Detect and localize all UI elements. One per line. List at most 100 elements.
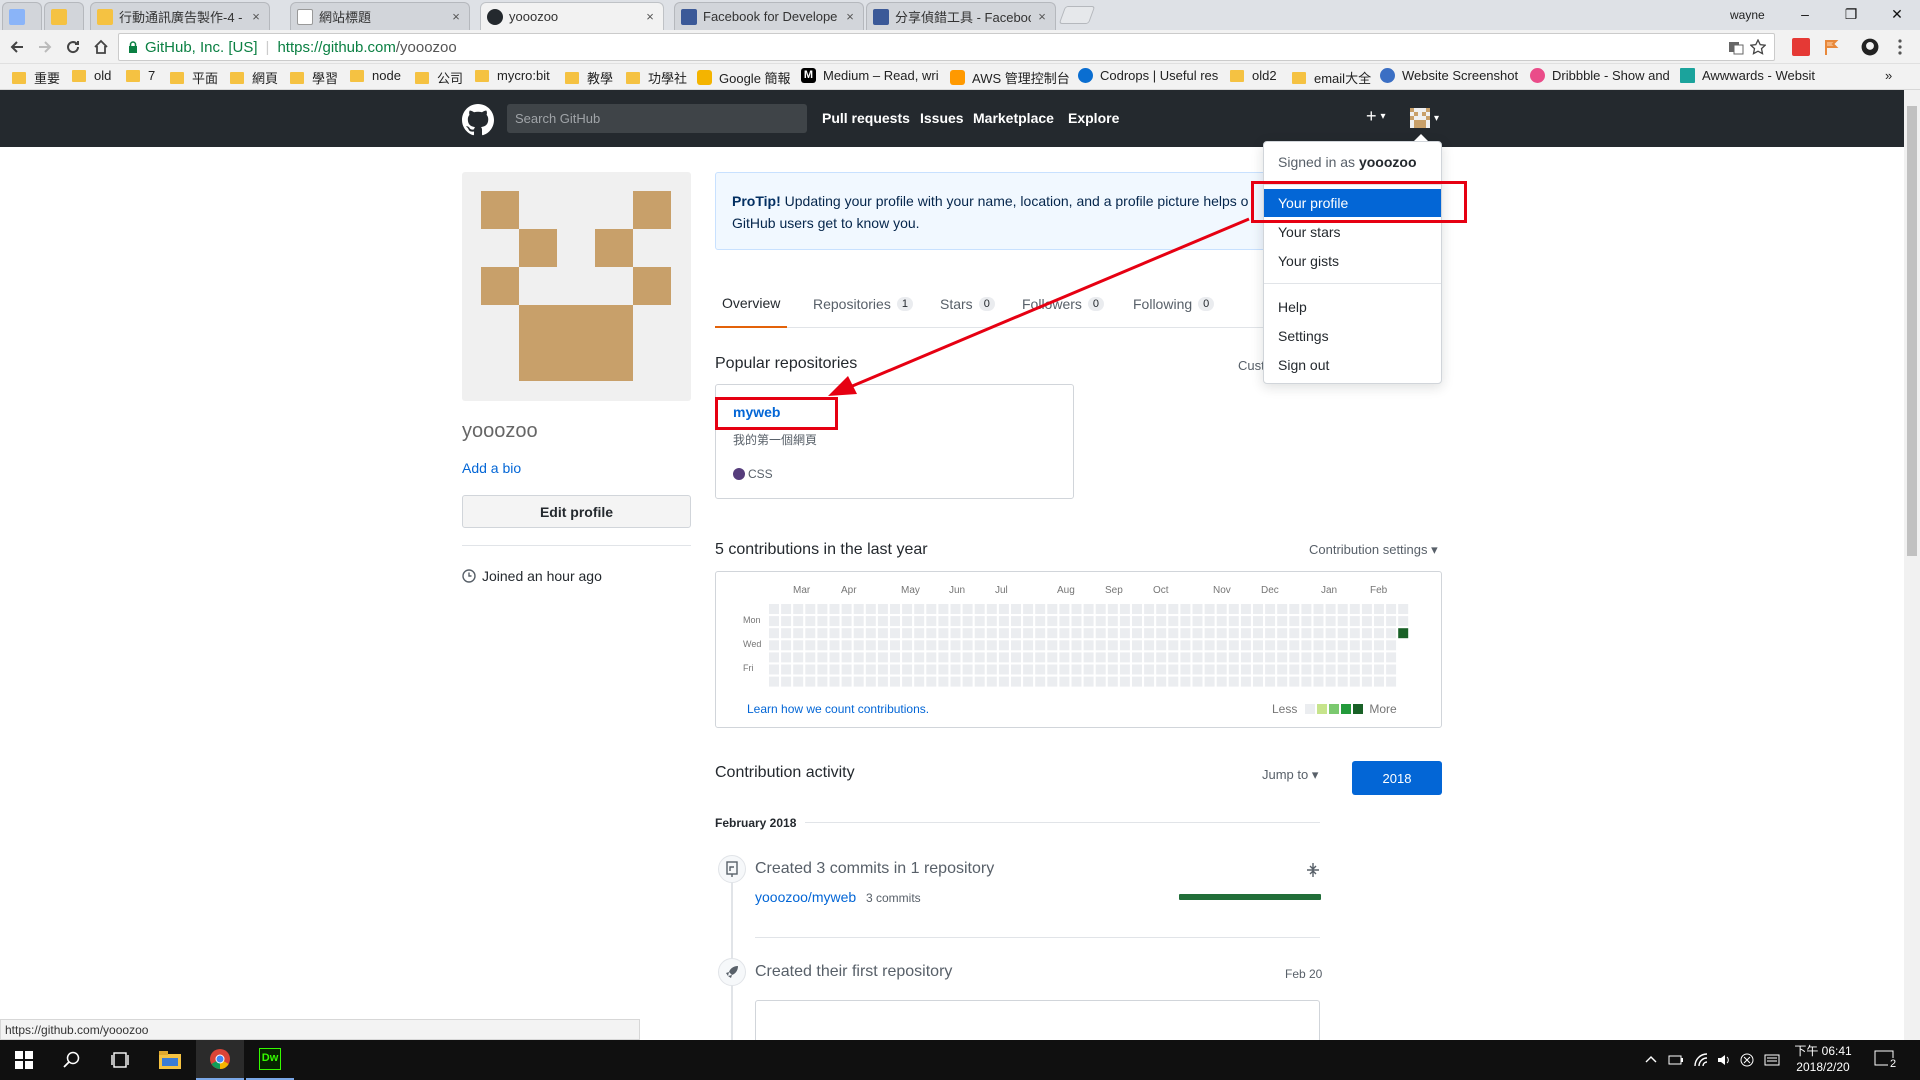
search-button[interactable] — [48, 1040, 96, 1080]
contribution-day[interactable] — [865, 640, 876, 651]
contribution-day[interactable] — [853, 628, 864, 639]
contribution-day[interactable] — [1144, 628, 1155, 639]
contribution-day[interactable] — [974, 628, 985, 639]
contribution-day[interactable] — [1083, 652, 1094, 663]
contribution-day[interactable] — [1047, 640, 1058, 651]
contribution-day[interactable] — [1253, 616, 1263, 627]
contribution-day[interactable] — [1119, 652, 1130, 663]
contribution-day[interactable] — [1192, 652, 1203, 663]
contribution-day[interactable] — [1180, 616, 1191, 627]
contribution-day[interactable] — [1216, 676, 1227, 687]
contribution-day[interactable] — [853, 676, 864, 687]
contribution-day[interactable] — [1144, 664, 1155, 675]
contribution-day[interactable] — [1289, 652, 1300, 663]
contribution-day[interactable] — [938, 652, 949, 663]
contribution-day[interactable] — [926, 628, 937, 639]
contribution-day[interactable] — [1228, 652, 1239, 663]
bookmark-website-screenshot[interactable]: Website Screenshot — [1380, 68, 1518, 83]
contribution-day[interactable] — [1132, 616, 1142, 627]
reload-button[interactable] — [60, 34, 86, 60]
contribution-day[interactable] — [841, 616, 852, 627]
contribution-day[interactable] — [1168, 616, 1179, 627]
contribution-day[interactable] — [1301, 664, 1312, 675]
contribution-day[interactable] — [890, 604, 900, 614]
contribution-day[interactable] — [926, 676, 937, 687]
contribution-day[interactable] — [1325, 628, 1336, 639]
contribution-day[interactable] — [1168, 628, 1179, 639]
bookmark-folder[interactable]: 公司 — [415, 68, 463, 87]
contribution-day[interactable] — [1349, 640, 1360, 651]
contribution-day[interactable] — [1374, 616, 1384, 627]
chevron-up-icon[interactable] — [1645, 1054, 1657, 1066]
contribution-day[interactable] — [1325, 604, 1336, 614]
contribution-day[interactable] — [1277, 628, 1288, 639]
contribution-day[interactable] — [1035, 604, 1046, 614]
contribution-day[interactable] — [1107, 628, 1118, 639]
contribution-day[interactable] — [781, 640, 792, 651]
contribution-day[interactable] — [950, 628, 961, 639]
contribution-day[interactable] — [1265, 616, 1276, 627]
contribution-day[interactable] — [829, 628, 840, 639]
contribution-day[interactable] — [1156, 604, 1167, 614]
contribution-day[interactable] — [793, 604, 804, 614]
contribution-day[interactable] — [1228, 664, 1239, 675]
menu-your-gists[interactable]: Your gists — [1264, 247, 1441, 275]
contribution-day[interactable] — [829, 676, 840, 687]
contribution-day[interactable] — [865, 664, 876, 675]
contribution-day[interactable] — [986, 676, 997, 687]
contribution-day[interactable] — [1228, 676, 1239, 687]
contribution-day[interactable] — [938, 628, 949, 639]
contribution-day[interactable] — [1313, 652, 1324, 663]
contribution-day[interactable] — [769, 664, 779, 675]
contribution-day[interactable] — [1374, 676, 1384, 687]
forward-button[interactable] — [32, 34, 58, 60]
contribution-day[interactable] — [1265, 664, 1276, 675]
contribution-day[interactable] — [769, 628, 779, 639]
contribution-day[interactable] — [1253, 640, 1263, 651]
new-tab-button[interactable] — [1058, 6, 1096, 24]
close-tab-icon[interactable]: × — [643, 9, 657, 24]
contribution-day[interactable] — [1265, 604, 1276, 614]
contribution-day[interactable] — [1313, 676, 1324, 687]
contribution-day[interactable] — [841, 604, 852, 614]
contribution-day[interactable] — [1011, 652, 1021, 663]
contribution-day[interactable] — [1023, 604, 1034, 614]
contribution-day[interactable] — [793, 652, 804, 663]
contribution-day[interactable] — [950, 664, 961, 675]
contribution-day[interactable] — [1180, 604, 1191, 614]
contribution-day[interactable] — [890, 640, 900, 651]
contribution-day[interactable] — [938, 664, 949, 675]
contribution-day[interactable] — [1361, 640, 1372, 651]
contribution-day[interactable] — [1071, 652, 1082, 663]
contribution-day[interactable] — [1313, 616, 1324, 627]
contribution-day[interactable] — [1071, 628, 1082, 639]
contribution-day[interactable] — [986, 652, 997, 663]
contribution-day[interactable] — [769, 604, 779, 614]
contribution-day[interactable] — [769, 616, 779, 627]
contribution-day[interactable] — [781, 616, 792, 627]
contribution-day[interactable] — [1301, 616, 1312, 627]
contribution-day[interactable] — [769, 676, 779, 687]
contribution-day[interactable] — [1192, 676, 1203, 687]
contribution-day[interactable] — [1313, 664, 1324, 675]
contribution-day[interactable] — [986, 664, 997, 675]
contribution-day[interactable] — [1180, 676, 1191, 687]
contribution-day[interactable] — [998, 628, 1009, 639]
bookmark-folder[interactable]: 平面 — [170, 68, 218, 87]
contribution-day[interactable] — [998, 616, 1009, 627]
contribution-day[interactable] — [1216, 652, 1227, 663]
contribution-day[interactable] — [914, 676, 925, 687]
contribution-day[interactable] — [877, 628, 888, 639]
disconnected-icon[interactable] — [1739, 1052, 1755, 1068]
github-logo-icon[interactable] — [462, 104, 494, 136]
bookmark-folder[interactable]: 重要 — [12, 68, 60, 87]
contribution-day[interactable] — [793, 676, 804, 687]
bookmark-folder[interactable]: 7 — [126, 68, 155, 83]
contribution-day[interactable] — [974, 604, 985, 614]
bookmark-folder[interactable]: 學習 — [290, 68, 338, 87]
contribution-day[interactable] — [1277, 604, 1288, 614]
contribution-day[interactable] — [1398, 604, 1409, 614]
contribution-day[interactable] — [1144, 676, 1155, 687]
contribution-day[interactable] — [1374, 604, 1384, 614]
nav-pull-requests[interactable]: Pull requests — [822, 110, 910, 126]
